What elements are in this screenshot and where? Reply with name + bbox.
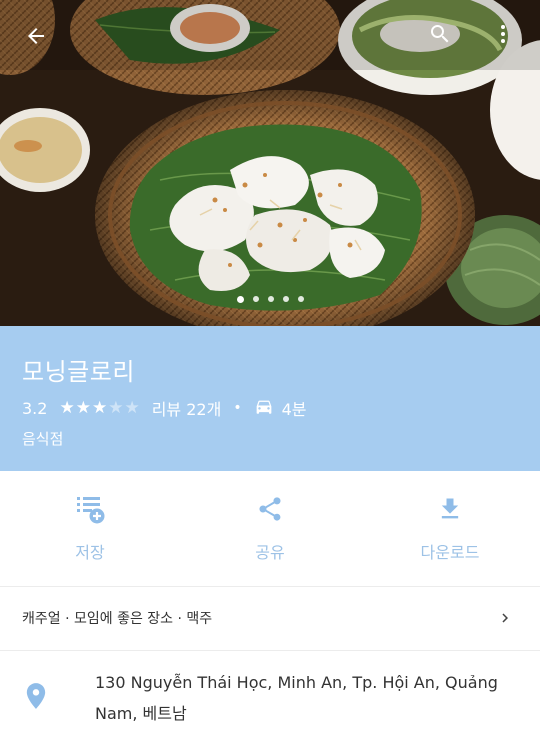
save-button[interactable]: 저장 bbox=[0, 471, 180, 584]
location-pin-icon bbox=[26, 683, 46, 709]
download-label: 다운로드 bbox=[420, 543, 480, 562]
more-options-button[interactable] bbox=[483, 14, 523, 54]
share-label: 공유 bbox=[255, 543, 285, 562]
more-vertical-icon bbox=[501, 25, 505, 43]
divider bbox=[0, 586, 540, 587]
search-button[interactable] bbox=[420, 14, 460, 54]
place-meta: 3.2 ★ ★ ★ ★ ★ 리뷰 22개 • 4분 bbox=[22, 396, 306, 420]
hero-photo[interactable] bbox=[0, 0, 540, 326]
pager-dot[interactable] bbox=[297, 296, 304, 302]
tags-row[interactable]: 캐주얼 · 모임에 좋은 장소 · 맥주 bbox=[0, 590, 540, 646]
review-count-link[interactable]: 리뷰 22개 bbox=[152, 396, 222, 420]
pager-dot[interactable] bbox=[282, 296, 289, 302]
search-icon bbox=[431, 25, 449, 43]
back-button[interactable] bbox=[16, 16, 56, 56]
share-button[interactable]: 공유 bbox=[180, 471, 360, 584]
chevron-right-icon bbox=[502, 613, 508, 623]
download-icon bbox=[441, 498, 459, 519]
star-icon: ★ bbox=[75, 397, 91, 418]
star-icon: ★ bbox=[108, 397, 124, 418]
photo-pager[interactable] bbox=[0, 295, 540, 303]
star-icon: ★ bbox=[59, 397, 75, 418]
arrow-back-icon bbox=[28, 28, 44, 44]
share-icon bbox=[259, 497, 281, 521]
address-line-1: 130 Nguyễn Thái Học, Minh An, Tp. Hội An… bbox=[95, 673, 498, 692]
star-icon: ★ bbox=[124, 397, 140, 418]
playlist-add-icon bbox=[77, 497, 105, 524]
rating-stars[interactable]: ★ ★ ★ ★ ★ bbox=[59, 397, 140, 418]
action-bar: 저장 공유 다운로드 bbox=[0, 471, 540, 584]
divider bbox=[0, 650, 540, 651]
save-label: 저장 bbox=[75, 543, 105, 562]
pager-dot[interactable] bbox=[252, 296, 259, 302]
rating-value: 3.2 bbox=[22, 398, 48, 418]
travel-time[interactable]: 4분 bbox=[282, 396, 307, 420]
download-button[interactable]: 다운로드 bbox=[360, 471, 540, 584]
car-icon bbox=[254, 399, 274, 417]
place-title: 모닝글로리 bbox=[22, 358, 135, 386]
address-row[interactable]: 130 Nguyễn Thái Học, Minh An, Tp. Hội An… bbox=[0, 655, 540, 735]
address-line-2: Nam, 베트남 bbox=[95, 704, 187, 723]
pager-dot[interactable] bbox=[267, 296, 274, 302]
pager-dot[interactable] bbox=[236, 295, 244, 303]
meta-separator: • bbox=[233, 400, 242, 416]
tags-text: 캐주얼 · 모임에 좋은 장소 · 맥주 bbox=[22, 611, 213, 627]
place-category: 음식점 bbox=[22, 430, 64, 448]
star-icon: ★ bbox=[91, 397, 108, 418]
address-text: 130 Nguyễn Thái Học, Minh An, Tp. Hội An… bbox=[95, 667, 515, 729]
